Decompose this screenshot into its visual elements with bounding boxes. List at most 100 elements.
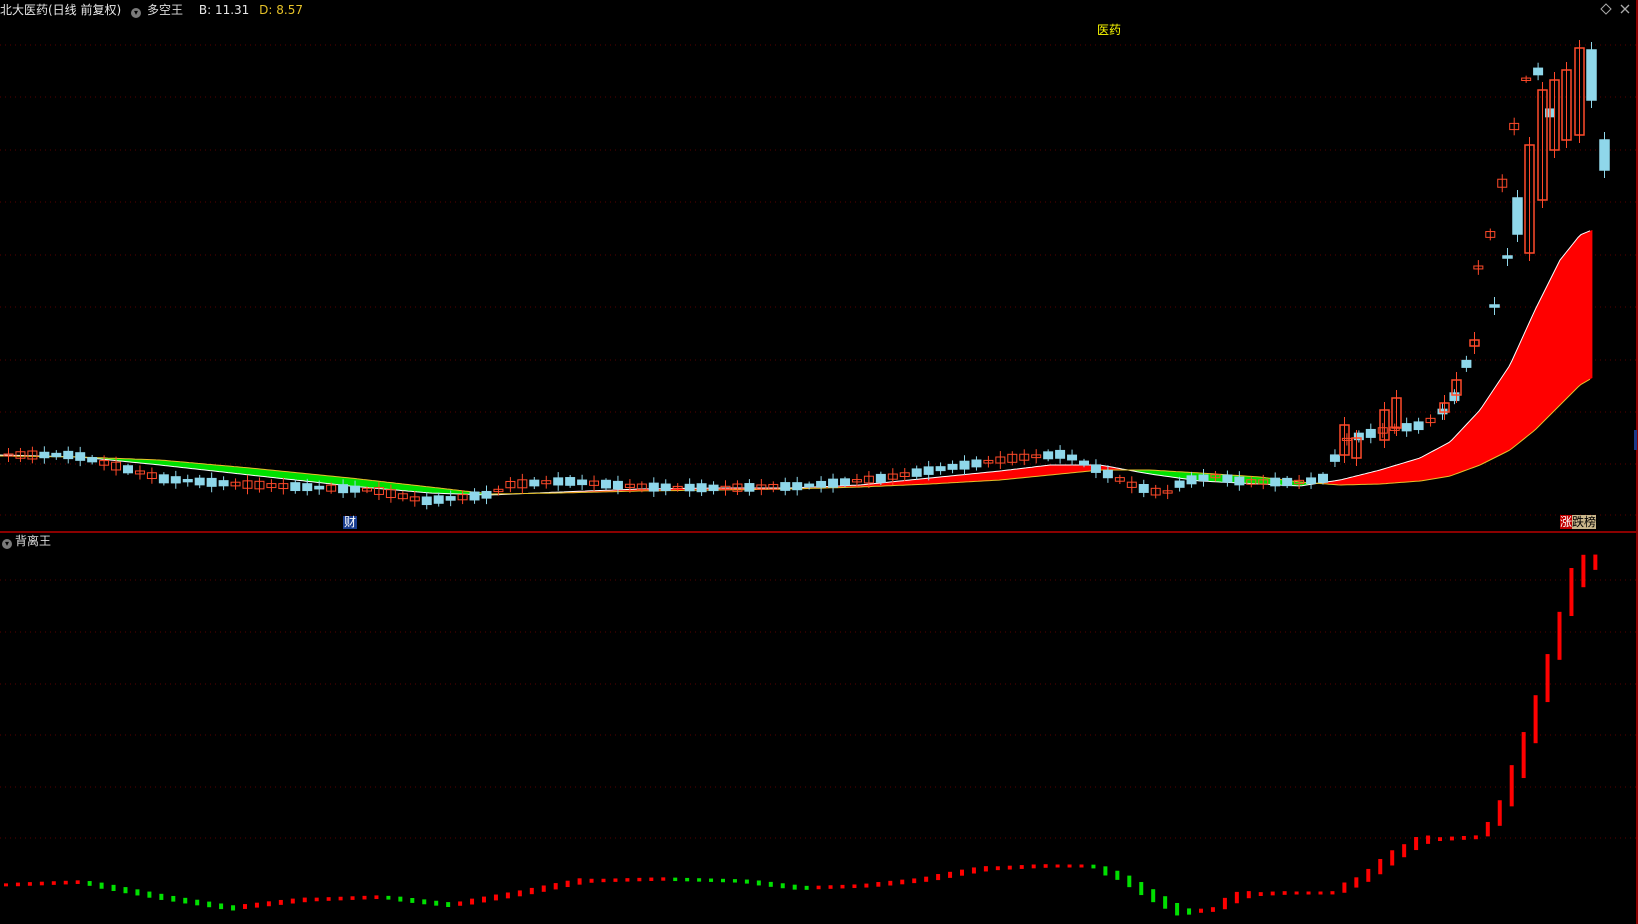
candle-body (780, 482, 791, 491)
divergence-bar (900, 879, 905, 885)
candle-body (1067, 454, 1078, 461)
divergence-bar (744, 879, 749, 884)
divergence-bar (1402, 844, 1407, 858)
candle-body (1586, 49, 1597, 101)
divergence-bar (75, 880, 80, 884)
divergence-bar (709, 878, 714, 882)
divergence-bar (326, 897, 331, 901)
divergence-bar (852, 884, 857, 889)
divergence-bar (948, 871, 953, 878)
candle-body (1533, 67, 1544, 76)
sub-panel-header: ▾ 背离王 (2, 532, 51, 549)
divergence-bar (876, 882, 881, 887)
divergence-bar (1294, 891, 1299, 895)
divergence-bar (1581, 554, 1586, 588)
divergence-bar (147, 891, 152, 898)
divergence-bar (529, 887, 534, 895)
candle-body (816, 480, 827, 488)
divergence-bar (1449, 836, 1454, 841)
divergence-bar (637, 877, 642, 882)
candle-body (1222, 474, 1233, 483)
divergence-bar (1270, 891, 1275, 896)
divergence-bar (159, 893, 164, 900)
divergence-bar (1318, 891, 1323, 895)
right-scroll-marker[interactable] (1634, 430, 1637, 450)
candle-body (947, 463, 958, 470)
candle-body (1502, 255, 1513, 259)
divergence-bar (1067, 864, 1072, 868)
divergence-bar (1378, 858, 1383, 875)
divergence-bar (1246, 891, 1251, 899)
divergence-bar (1473, 835, 1478, 840)
divergence-bar (732, 879, 737, 883)
candle-body (828, 478, 839, 488)
chevron-down-icon[interactable]: ▾ (2, 539, 12, 549)
candle-body (553, 477, 564, 486)
divergence-bar (661, 877, 666, 881)
divergence-bar (278, 899, 283, 905)
candle-body (63, 450, 74, 460)
diamond-icon[interactable] (1600, 3, 1612, 15)
candle-body (696, 483, 707, 493)
divergence-bar (1485, 821, 1490, 837)
divergence-bar (936, 874, 941, 881)
candle-body (302, 483, 313, 492)
divergence-bar (231, 905, 236, 911)
divergence-bar (685, 877, 690, 882)
candle-body (1461, 359, 1472, 368)
candle-body (123, 465, 133, 474)
finance-marker[interactable]: 财 (343, 516, 358, 529)
band-slice (1590, 230, 1593, 380)
divergence-bar (912, 878, 917, 884)
candle-body (158, 474, 169, 484)
divergence-bar (1222, 897, 1227, 910)
divergence-bar (1330, 891, 1335, 895)
candlesticks (3, 40, 1610, 510)
divergence-bar (1414, 837, 1419, 851)
candle-body (1489, 304, 1500, 308)
candle-body (469, 491, 480, 501)
divergence-bar (350, 896, 355, 900)
candle-body (170, 476, 181, 484)
divergence-bar (888, 880, 893, 886)
candle-body (923, 466, 934, 475)
chart-canvas[interactable] (0, 0, 1638, 924)
sector-label[interactable]: 医药 (1097, 21, 1121, 38)
divergence-bar (183, 897, 188, 904)
divergence-bar (756, 880, 761, 886)
divergence-bar (39, 881, 44, 886)
divergence-bar (51, 881, 56, 885)
candle-body (421, 496, 432, 506)
divergence-bar (374, 895, 379, 900)
candle-body (87, 457, 98, 463)
divergence-bar (589, 878, 594, 883)
candle-body (959, 460, 970, 470)
candle-body (182, 478, 193, 483)
divergence-bar (302, 897, 307, 903)
divergence-bar (1031, 864, 1036, 869)
divergence-bar (1569, 568, 1574, 617)
divergence-bar (1545, 654, 1550, 703)
limit-list-tag[interactable]: 涨跌榜 (1560, 515, 1597, 529)
candle-body (1512, 197, 1523, 235)
divergence-bar (1103, 866, 1108, 876)
candle-body (350, 485, 361, 493)
divergence-bar (99, 882, 104, 889)
divergence-bar (768, 881, 773, 887)
divergence-bar (804, 885, 809, 890)
candle-body (218, 480, 229, 487)
divergence-bar (995, 866, 1000, 871)
candle-body (875, 473, 886, 483)
sub-panel-title: 背离王 (15, 534, 52, 548)
candle-body (433, 495, 444, 504)
candle-body (290, 482, 301, 492)
divergence-bar (613, 878, 618, 882)
divergence-bar (254, 902, 259, 908)
close-icon[interactable] (1620, 4, 1630, 14)
candle-body (1599, 139, 1610, 171)
divergence-bar (673, 877, 678, 882)
divergence-bar (446, 902, 451, 908)
divergence-bar (1426, 835, 1431, 844)
candle-body (1043, 451, 1054, 460)
candle-body (744, 483, 755, 492)
